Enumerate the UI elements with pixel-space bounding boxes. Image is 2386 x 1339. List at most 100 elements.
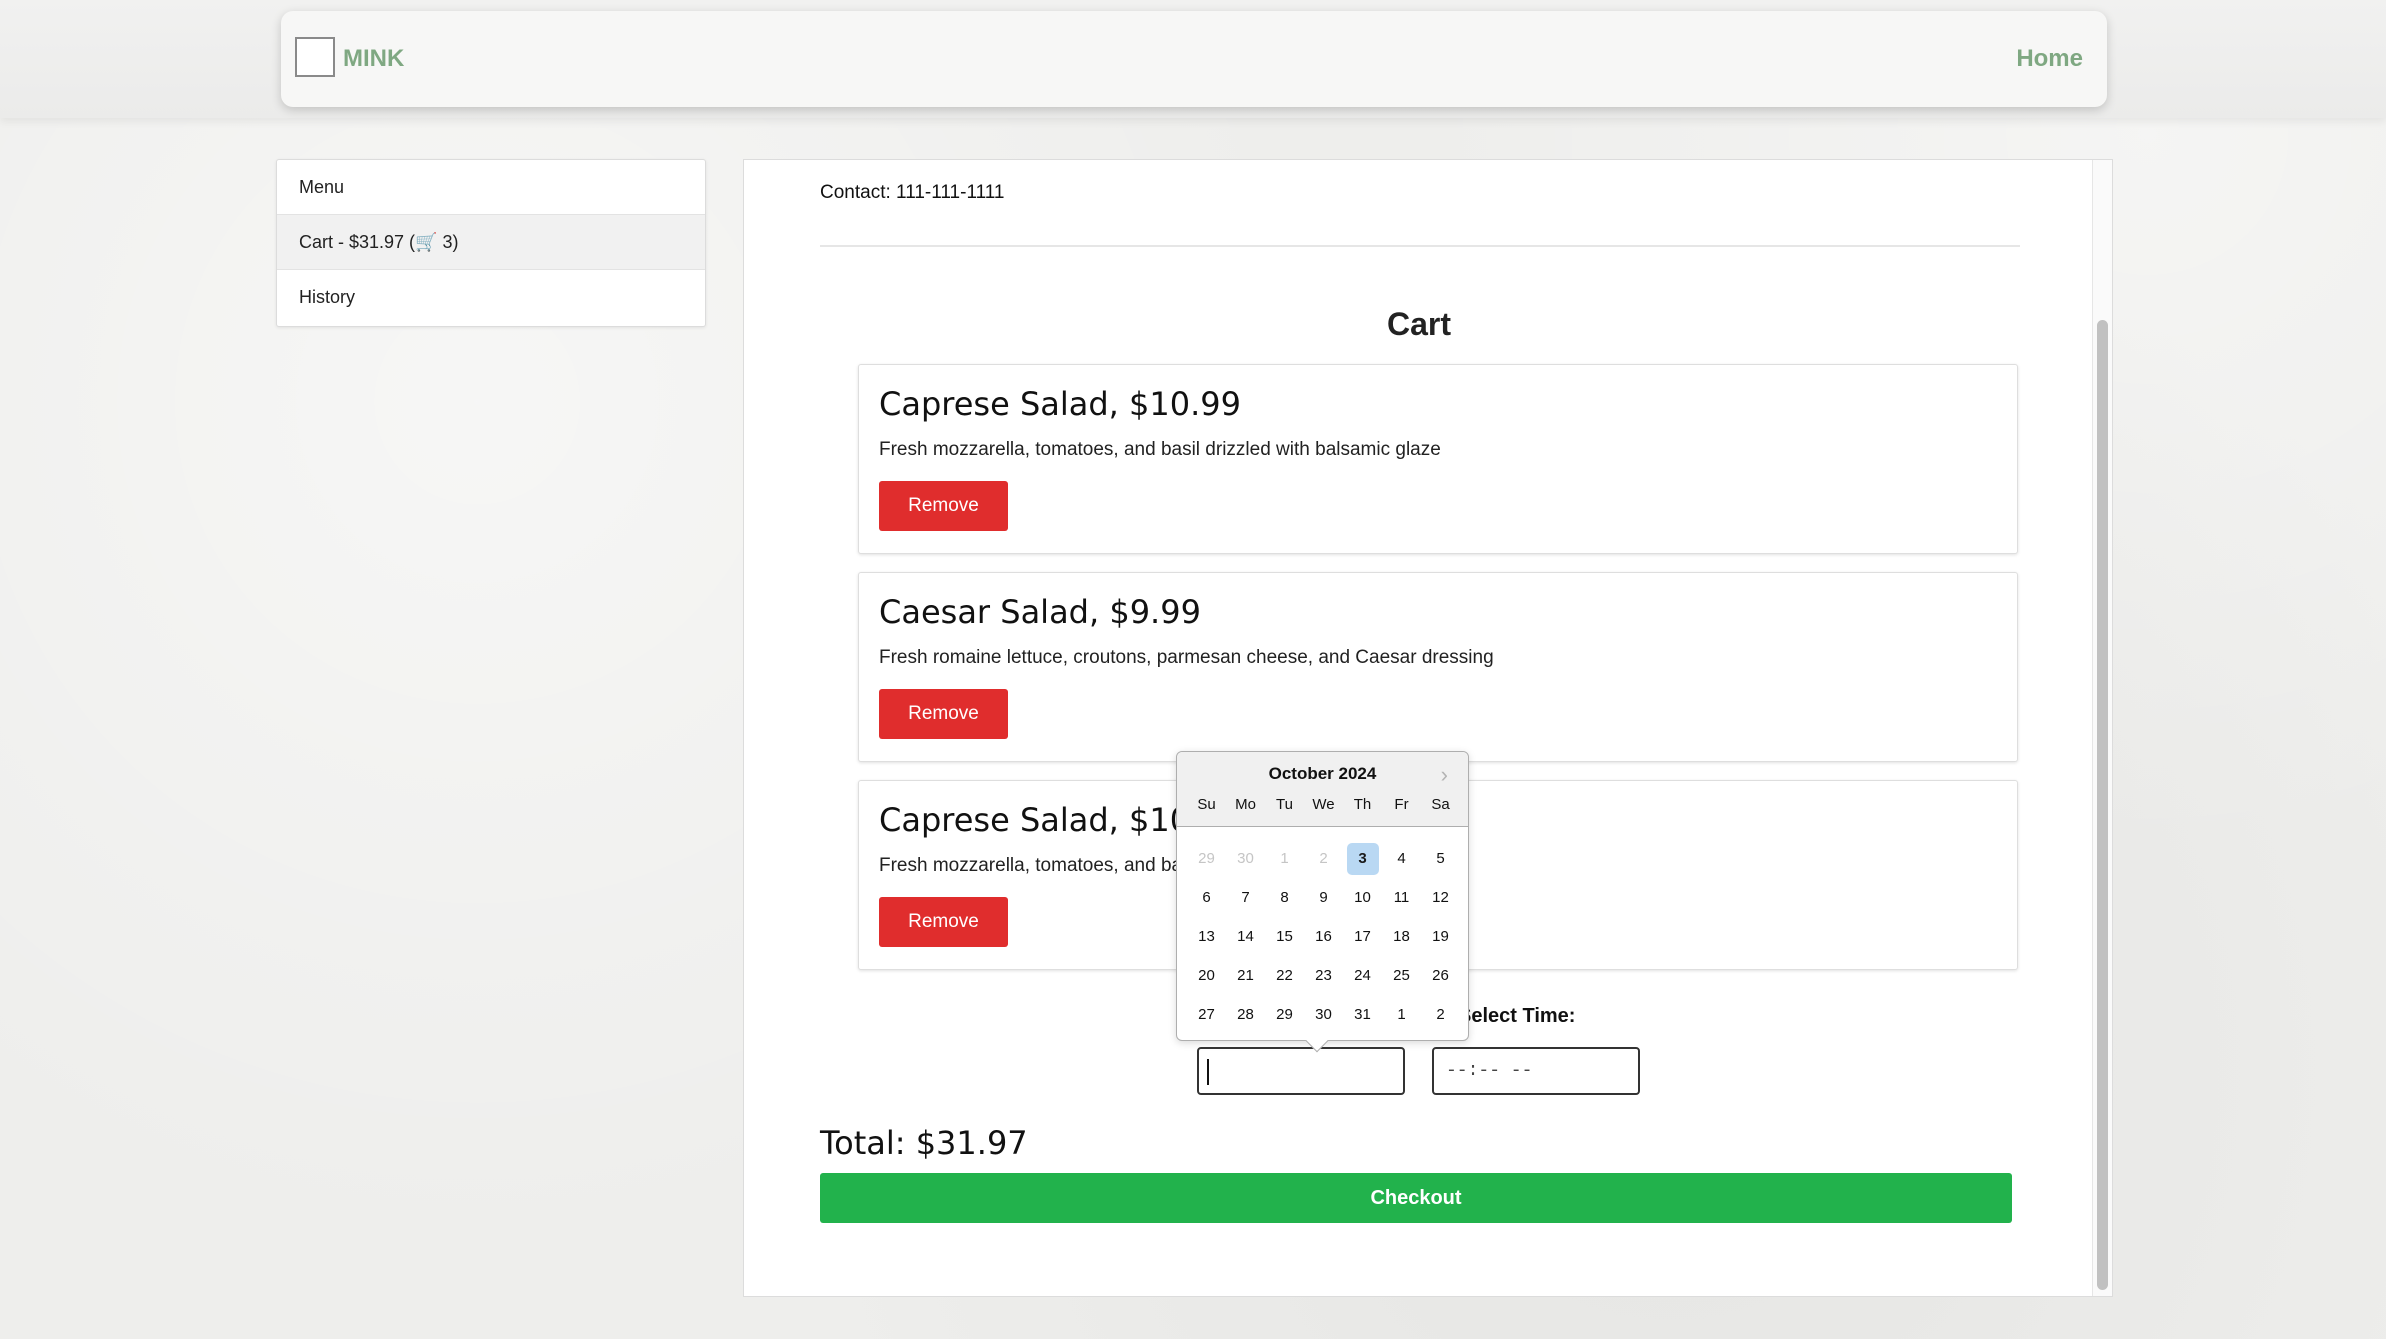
checkout-button[interactable]: Checkout	[820, 1173, 2012, 1223]
day-number: 6	[1202, 888, 1211, 906]
datepicker-day[interactable]: 18	[1382, 917, 1421, 956]
datepicker-header: October 2024 › Su Mo Tu We Th Fr Sa	[1177, 752, 1468, 827]
datepicker-day[interactable]: 30	[1304, 995, 1343, 1034]
day-number: 18	[1393, 927, 1410, 945]
day-number: 15	[1276, 927, 1293, 945]
datepicker-day[interactable]: 20	[1187, 956, 1226, 995]
sidebar-item-cart[interactable]: Cart - $31.97 (🛒 3)	[277, 215, 705, 270]
cart-item-card: Caprese Salad, $10.99 Fresh mozzarella, …	[858, 364, 2018, 554]
day-number: 14	[1237, 927, 1254, 945]
datepicker-day[interactable]: 29	[1187, 839, 1226, 878]
nav-home-link[interactable]: Home	[2016, 45, 2083, 73]
sidebar-item-menu[interactable]: Menu	[277, 160, 705, 215]
day-number: 3	[1346, 842, 1379, 875]
datepicker-day[interactable]: 30	[1226, 839, 1265, 878]
weekday-label: Su	[1197, 796, 1216, 813]
datepicker-month-label: October 2024	[1268, 764, 1377, 783]
sidebar: Menu Cart - $31.97 (🛒 3) History	[276, 159, 706, 327]
datepicker-day-selected[interactable]: 3	[1343, 839, 1382, 878]
datepicker-day[interactable]: 28	[1226, 995, 1265, 1034]
day-number: 17	[1354, 927, 1371, 945]
remove-button[interactable]: Remove	[879, 481, 1008, 531]
datepicker-day[interactable]: 4	[1382, 839, 1421, 878]
day-number: 13	[1198, 927, 1215, 945]
datepicker-day[interactable]: 12	[1421, 878, 1460, 917]
datepicker-day[interactable]: 5	[1421, 839, 1460, 878]
datepicker-day[interactable]: 2	[1421, 995, 1460, 1034]
day-number: 22	[1276, 966, 1293, 984]
day-number: 30	[1315, 1005, 1332, 1023]
datepicker-day[interactable]: 1	[1382, 995, 1421, 1034]
datepicker-day[interactable]: 29	[1265, 995, 1304, 1034]
datepicker-day[interactable]: 26	[1421, 956, 1460, 995]
cart-total: Total: $31.97	[820, 1124, 1028, 1162]
chevron-right-icon[interactable]: ›	[1441, 762, 1448, 788]
main-panel: Contact: 111-111-1111 Cart Caprese Salad…	[743, 159, 2113, 1297]
day-number: 31	[1354, 1005, 1371, 1023]
datepicker-day[interactable]: 23	[1304, 956, 1343, 995]
date-input[interactable]	[1197, 1047, 1405, 1095]
datepicker-day[interactable]: 9	[1304, 878, 1343, 917]
scrollbar-track[interactable]	[2092, 160, 2112, 1296]
day-number: 5	[1436, 849, 1445, 867]
weekday-label: Sa	[1431, 796, 1450, 813]
day-number: 28	[1237, 1005, 1254, 1023]
day-number: 2	[1319, 849, 1328, 867]
day-number: 24	[1354, 966, 1371, 984]
item-description: Fresh mozzarella, tomatoes, and basil dr…	[879, 439, 1441, 460]
day-number: 21	[1237, 966, 1254, 984]
contact-text: Contact: 111-111-1111	[820, 182, 1005, 203]
item-title: Caprese Salad, $10.99	[879, 385, 1241, 423]
datepicker-day[interactable]: 6	[1187, 878, 1226, 917]
day-number: 20	[1198, 966, 1215, 984]
datepicker-day[interactable]: 14	[1226, 917, 1265, 956]
datepicker-day[interactable]: 1	[1265, 839, 1304, 878]
navbar: MINK Home	[281, 11, 2107, 107]
day-number: 12	[1432, 888, 1449, 906]
datepicker-day[interactable]: 17	[1343, 917, 1382, 956]
scrollbar-thumb[interactable]	[2097, 320, 2108, 1290]
sidebar-item-history[interactable]: History	[277, 270, 705, 325]
weekday-label: Mo	[1235, 796, 1256, 813]
day-number: 30	[1237, 849, 1254, 867]
day-number: 23	[1315, 966, 1332, 984]
datepicker-day[interactable]: 2	[1304, 839, 1343, 878]
day-number: 9	[1319, 888, 1328, 906]
datepicker-day[interactable]: 21	[1226, 956, 1265, 995]
datepicker-weekdays: Su Mo Tu We Th Fr Sa	[1187, 796, 1460, 813]
datepicker-day[interactable]: 27	[1187, 995, 1226, 1034]
datepicker-day[interactable]: 25	[1382, 956, 1421, 995]
datepicker-day-grid: 29 30 1 2 3 4 5 6 7 8 9 10 11 12 13 14 15 16 17 18 19 20 21 22 2…	[1187, 839, 1460, 1034]
datepicker-day[interactable]: 16	[1304, 917, 1343, 956]
datepicker-day[interactable]: 22	[1265, 956, 1304, 995]
time-input[interactable]: --:-- --	[1432, 1047, 1640, 1095]
datepicker-popup: October 2024 › Su Mo Tu We Th Fr Sa 29 30 1 2 3 4 5 6…	[1176, 751, 1469, 1053]
weekday-label: Th	[1353, 796, 1372, 813]
day-number: 10	[1354, 888, 1371, 906]
brand-name[interactable]: MINK	[343, 45, 404, 73]
day-number: 7	[1241, 888, 1250, 906]
datepicker-day[interactable]: 15	[1265, 917, 1304, 956]
remove-button[interactable]: Remove	[879, 897, 1008, 947]
datepicker-day[interactable]: 13	[1187, 917, 1226, 956]
datepicker-day[interactable]: 11	[1382, 878, 1421, 917]
day-number: 27	[1198, 1005, 1215, 1023]
datepicker-day[interactable]: 19	[1421, 917, 1460, 956]
datepicker-day[interactable]: 31	[1343, 995, 1382, 1034]
day-number: 29	[1198, 849, 1215, 867]
day-number: 1	[1280, 849, 1289, 867]
weekday-label: Fr	[1394, 796, 1409, 813]
logo-icon[interactable]	[295, 37, 335, 77]
weekday-label: We	[1312, 796, 1335, 813]
day-number: 8	[1280, 888, 1289, 906]
datepicker-day[interactable]: 7	[1226, 878, 1265, 917]
day-number: 11	[1393, 888, 1410, 906]
item-description: Fresh romaine lettuce, croutons, parmesa…	[879, 647, 1494, 668]
datepicker-day[interactable]: 10	[1343, 878, 1382, 917]
day-number: 2	[1436, 1005, 1445, 1023]
page-title: Cart	[1386, 306, 1451, 342]
day-number: 26	[1432, 966, 1449, 984]
datepicker-day[interactable]: 24	[1343, 956, 1382, 995]
datepicker-day[interactable]: 8	[1265, 878, 1304, 917]
remove-button[interactable]: Remove	[879, 689, 1008, 739]
